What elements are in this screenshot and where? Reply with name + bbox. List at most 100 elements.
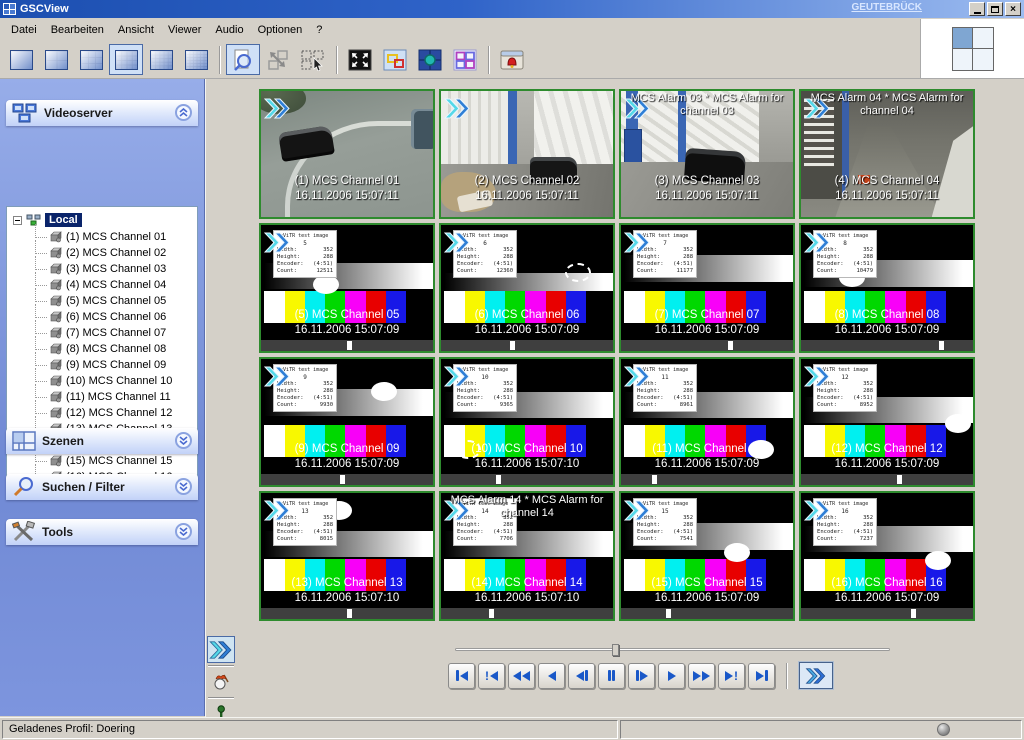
transport-step-forward-button[interactable]	[628, 663, 655, 689]
info-encoder: Encoder:(4:51)	[637, 395, 693, 402]
cell-title: (16) MCS Channel 16	[801, 576, 973, 591]
video-cell-7[interactable]: GeViTR test image7Width:352Height:288Enc…	[619, 223, 795, 353]
flame-button[interactable]	[207, 668, 235, 695]
preview-search-button[interactable]	[226, 44, 260, 75]
close-button[interactable]: ×	[1005, 2, 1021, 16]
transport-go-to-end-button[interactable]	[748, 663, 775, 689]
cell-labels: (4) MCS Channel 0416.11.2006 15:07:11	[801, 174, 973, 204]
tree-root-label[interactable]: Local	[45, 213, 82, 227]
tree-connector	[35, 352, 47, 366]
info-label: Encoder:	[277, 529, 304, 536]
bar-glyph	[612, 670, 615, 681]
video-cell-3[interactable]: MCS Alarm 03 * MCS Alarm for channel 03(…	[619, 89, 795, 219]
live-chevrons-icon	[264, 366, 291, 387]
transport-play-backward-button[interactable]	[538, 663, 565, 689]
info-label: Height:	[637, 254, 660, 261]
slider-groove[interactable]	[455, 648, 890, 651]
swap-layout-button[interactable]	[261, 44, 295, 75]
select-layout-button[interactable]	[296, 44, 330, 75]
info-value: (4:51)	[673, 395, 693, 402]
expand-tools-button[interactable]	[175, 523, 192, 540]
video-cell-4[interactable]: MCS Alarm 04 * MCS Alarm for channel 04(…	[799, 89, 975, 219]
tree-expander[interactable]	[13, 216, 22, 225]
layout-6x6-button[interactable]	[179, 44, 213, 75]
transport-pause-button[interactable]	[598, 663, 625, 689]
tools-panel-header[interactable]: Tools	[6, 519, 198, 545]
info-label: Encoder:	[457, 529, 484, 536]
menu-item[interactable]: Datei	[4, 22, 44, 38]
brand-link[interactable]: GEUTEBRÜCK	[851, 2, 922, 13]
layout-4x4-button[interactable]	[109, 44, 143, 75]
target-button[interactable]	[413, 44, 447, 75]
transport-previous-alarm-button[interactable]: !	[478, 663, 505, 689]
camera-icon	[49, 247, 63, 259]
menu-item[interactable]: Audio	[208, 22, 250, 38]
live-chevrons-icon	[444, 98, 471, 119]
fullscreen-arrows-icon	[348, 49, 372, 71]
video-cell-13[interactable]: GeViTR test image13Width:352Height:288En…	[259, 491, 435, 621]
collapse-videoserver-button[interactable]	[175, 104, 192, 121]
layout-1x1-button[interactable]	[4, 44, 38, 75]
seek-tick	[728, 341, 733, 350]
suchen-panel-header[interactable]: Suchen / Filter	[6, 474, 198, 500]
video-cell-14[interactable]: GeViTR test image14Width:352Height:288En…	[439, 491, 615, 621]
minimize-button[interactable]	[969, 2, 985, 16]
chevron-down-icon	[179, 436, 188, 445]
live-button[interactable]	[799, 662, 833, 689]
tree-connector	[35, 240, 47, 254]
overlay-button[interactable]	[378, 44, 412, 75]
transport-go-to-start-button[interactable]	[448, 663, 475, 689]
video-cell-16[interactable]: GeViTR test image16Width:352Height:288En…	[799, 491, 975, 621]
video-cell-8[interactable]: GeViTR test image8Width:352Height:288Enc…	[799, 223, 975, 353]
cell-timestamp: 16.11.2006 15:07:11	[261, 189, 433, 204]
info-label: Count:	[817, 402, 837, 409]
videoserver-panel-header[interactable]: Videoserver	[6, 100, 198, 126]
menu-item[interactable]: Ansicht	[111, 22, 161, 38]
transport-next-alarm-button[interactable]: !	[718, 663, 745, 689]
menu-item[interactable]: Optionen	[251, 22, 310, 38]
menu-item[interactable]: Viewer	[161, 22, 208, 38]
info-value: (4:51)	[673, 261, 693, 268]
live-mode-button[interactable]	[207, 636, 235, 663]
video-cell-2[interactable]: (2) MCS Channel 0216.11.2006 15:07:11	[439, 89, 615, 219]
quad-view-button[interactable]	[448, 44, 482, 75]
video-grid: (1) MCS Channel 0116.11.2006 15:07:11 (2…	[259, 89, 979, 625]
expand-szenen-button[interactable]	[175, 432, 192, 449]
layout-3x3-button[interactable]	[74, 44, 108, 75]
video-cell-6[interactable]: GeViTR test image6Width:352Height:288Enc…	[439, 223, 615, 353]
rt-glyph	[725, 671, 733, 681]
camera-icon	[49, 375, 63, 387]
video-cell-11[interactable]: GeViTR test image11Width:352Height:288En…	[619, 357, 795, 487]
maximize-button[interactable]	[987, 2, 1003, 16]
szenen-panel-header[interactable]: Szenen	[6, 428, 198, 454]
scenes-grid-icon	[12, 431, 36, 451]
menu-item[interactable]: Bearbeiten	[44, 22, 111, 38]
info-count: Count:10479	[817, 268, 873, 275]
lt-glyph	[576, 671, 584, 681]
cell-labels: (15) MCS Channel 1516.11.2006 15:07:09	[621, 576, 793, 606]
layout-preview-panel[interactable]	[920, 19, 1024, 79]
transport-play-button[interactable]	[658, 663, 685, 689]
layout-5x5-button[interactable]	[144, 44, 178, 75]
info-value: 288	[503, 522, 513, 529]
info-height: Height:288	[817, 254, 873, 261]
transport-step-backward-button[interactable]	[568, 663, 595, 689]
transport-fast-rewind-button[interactable]	[508, 663, 535, 689]
slider-thumb[interactable]	[612, 644, 619, 656]
video-cell-9[interactable]: GeViTR test image9Width:352Height:288Enc…	[259, 357, 435, 487]
fullscreen-button[interactable]	[343, 44, 377, 75]
timeline-slider[interactable]	[455, 643, 890, 657]
transport-fast-forward-button[interactable]	[688, 663, 715, 689]
channel-label: (5) MCS Channel 05	[66, 295, 166, 307]
menu-item[interactable]: ?	[309, 22, 329, 38]
cell-timestamp: 16.11.2006 15:07:09	[801, 591, 973, 606]
alarm-window-button[interactable]	[495, 44, 529, 75]
video-cell-10[interactable]: GeViTR test image10Width:352Height:288En…	[439, 357, 615, 487]
alarm-text: MCS Alarm 14 * MCS Alarm for channel 14	[441, 494, 613, 520]
expand-suchen-button[interactable]	[175, 478, 192, 495]
video-cell-1[interactable]: (1) MCS Channel 0116.11.2006 15:07:11	[259, 89, 435, 219]
layout-2x2-button[interactable]	[39, 44, 73, 75]
video-cell-5[interactable]: GeViTR test image5Width:352Height:288Enc…	[259, 223, 435, 353]
video-cell-15[interactable]: GeViTR test image15Width:352Height:288En…	[619, 491, 795, 621]
video-cell-12[interactable]: GeViTR test image12Width:352Height:288En…	[799, 357, 975, 487]
